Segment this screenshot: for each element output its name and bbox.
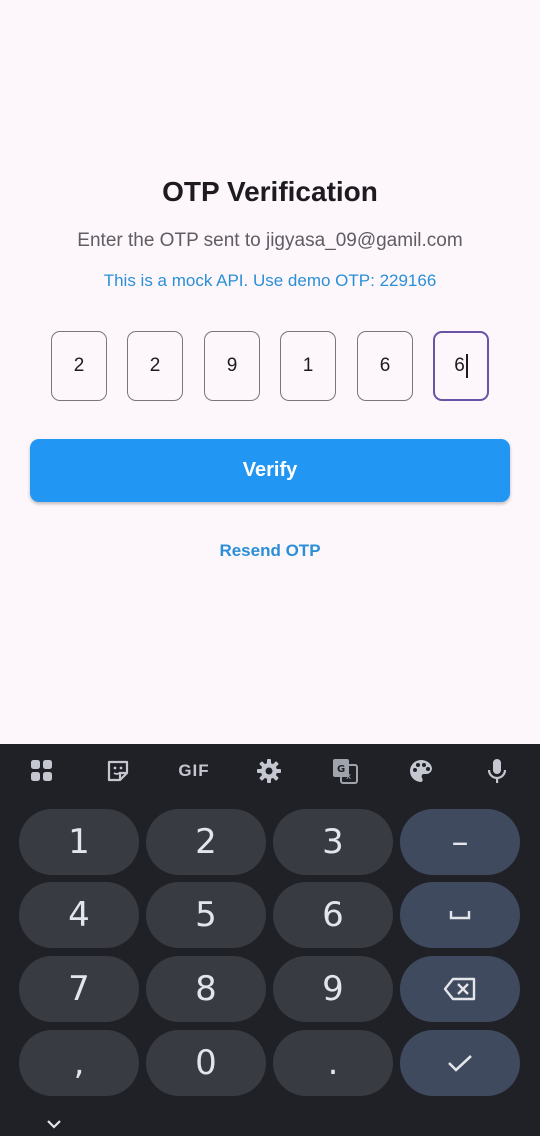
svg-text:x: x (346, 772, 352, 782)
palette-icon[interactable] (406, 756, 436, 786)
backspace-icon (443, 977, 476, 1001)
key-3[interactable]: 3 (273, 809, 393, 875)
otp-digit-3[interactable]: 9 (204, 331, 260, 401)
otp-instructions: Enter the OTP sent to jigyasa_09@gamil.c… (77, 230, 463, 251)
translate-icon[interactable]: Gx (330, 756, 360, 786)
keyboard-toolbar: GIF Gx (0, 744, 540, 800)
key-done[interactable] (400, 1030, 520, 1096)
key-space[interactable] (400, 882, 520, 948)
key-5[interactable]: 5 (146, 882, 266, 948)
otp-input-row: 2 2 9 1 6 6 (51, 331, 491, 401)
settings-icon[interactable] (254, 756, 284, 786)
otp-digit-5[interactable]: 6 (357, 331, 413, 401)
verify-button[interactable]: Verify (30, 439, 510, 502)
key-6[interactable]: 6 (273, 882, 393, 948)
gif-label: GIF (178, 761, 210, 780)
otp-digit-4[interactable]: 1 (280, 331, 336, 401)
key-1[interactable]: 1 (19, 809, 139, 875)
numeric-keyboard: GIF Gx 1 2 3 – 4 5 6 7 8 9 , 0 . (0, 744, 540, 1136)
mic-icon[interactable] (482, 756, 512, 786)
key-comma[interactable]: , (19, 1030, 139, 1096)
key-9[interactable]: 9 (273, 956, 393, 1022)
otp-digit-6[interactable]: 6 (433, 331, 489, 401)
key-2[interactable]: 2 (146, 809, 266, 875)
text-caret (465, 354, 468, 378)
svg-text:G: G (337, 764, 345, 775)
checkmark-icon (448, 1055, 472, 1072)
page-title: OTP Verification (162, 176, 378, 207)
key-8[interactable]: 8 (146, 956, 266, 1022)
key-4[interactable]: 4 (19, 882, 139, 948)
key-dash[interactable]: – (400, 809, 520, 875)
sticker-icon[interactable] (103, 756, 133, 786)
otp-digit-value: 2 (149, 355, 161, 376)
gif-icon[interactable]: GIF (176, 756, 212, 786)
otp-digit-value: 2 (73, 355, 85, 376)
space-icon (449, 911, 471, 920)
key-period[interactable]: . (273, 1030, 393, 1096)
key-0[interactable]: 0 (146, 1030, 266, 1096)
otp-digit-value: 9 (226, 355, 238, 376)
otp-screen: OTP Verification Enter the OTP sent to j… (0, 0, 540, 744)
key-backspace[interactable] (400, 956, 520, 1022)
otp-digit-value: 6 (454, 355, 465, 376)
otp-digit-1[interactable]: 2 (51, 331, 107, 401)
otp-digit-value: 6 (379, 355, 391, 376)
otp-digit-2[interactable]: 2 (127, 331, 183, 401)
resend-otp-link[interactable]: Resend OTP (0, 541, 540, 561)
key-7[interactable]: 7 (19, 956, 139, 1022)
otp-digit-value: 1 (302, 355, 314, 376)
apps-grid-icon[interactable] (27, 756, 57, 786)
mock-api-note: This is a mock API. Use demo OTP: 229166 (103, 271, 437, 290)
chevron-down-icon[interactable] (44, 1116, 64, 1132)
